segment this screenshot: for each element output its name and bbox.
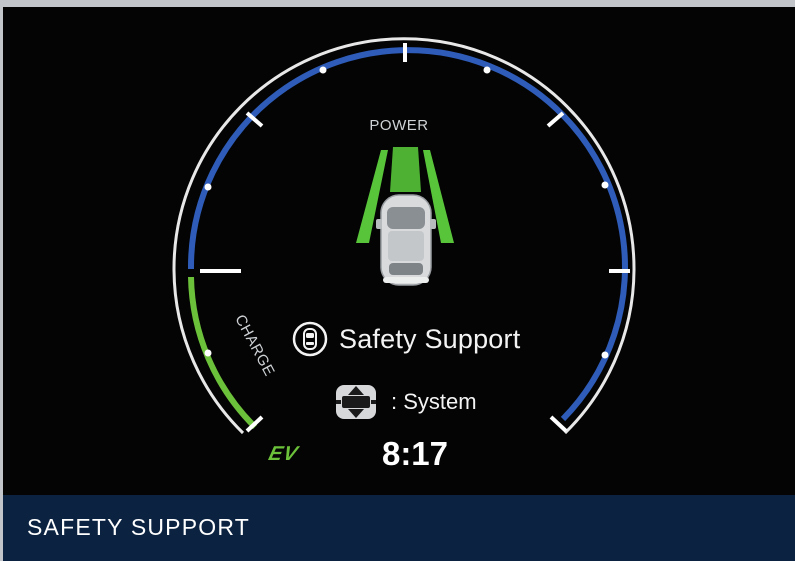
tick-dot xyxy=(319,66,327,74)
system-text: : System xyxy=(391,389,477,414)
car-top-view-icon xyxy=(376,194,436,286)
safety-support-message: Safety Support xyxy=(291,319,520,359)
charge-arc xyxy=(188,276,258,430)
system-status-row: : System xyxy=(333,382,477,422)
tick-dot xyxy=(483,66,491,74)
footer-title: SAFETY SUPPORT xyxy=(27,514,251,540)
tick-dot xyxy=(601,181,609,189)
tick-dot xyxy=(601,351,609,359)
power-label: POWER xyxy=(369,117,429,134)
cluster-frame: POWER CHARGE Safety Support : System EV … xyxy=(0,0,795,561)
tick-dot xyxy=(204,183,212,191)
footer-bar: SAFETY SUPPORT xyxy=(3,495,795,561)
clock: 8:17 xyxy=(381,435,449,472)
message-text: Safety Support xyxy=(339,323,521,354)
steering-system-icon xyxy=(336,385,376,419)
lane-center-fill xyxy=(390,147,421,192)
safety-support-icon xyxy=(292,321,328,357)
tick-dot xyxy=(204,349,212,357)
instrument-display: POWER CHARGE Safety Support : System EV … xyxy=(3,7,795,495)
